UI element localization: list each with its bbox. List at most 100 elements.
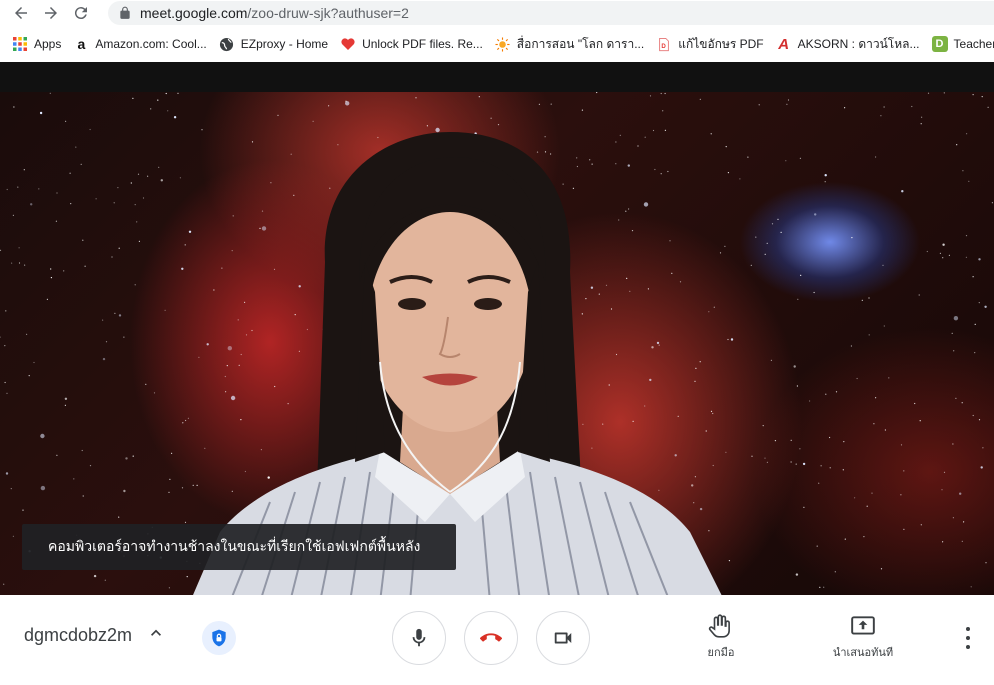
arrow-left-icon	[15, 7, 27, 19]
star	[829, 467, 831, 469]
star	[900, 494, 902, 496]
star	[497, 124, 500, 126]
star	[6, 188, 8, 191]
star	[64, 404, 66, 406]
bookmark-edit-pdf[interactable]: D แก้ไขอักษร PDF	[656, 32, 764, 56]
star	[888, 377, 890, 379]
star	[73, 478, 75, 480]
bookmark-teacher[interactable]: D Teacher	[931, 32, 994, 56]
star	[660, 92, 662, 95]
lock-icon	[120, 6, 130, 19]
star	[328, 105, 330, 107]
star	[22, 509, 24, 511]
bookmark-unlock-pdf[interactable]: Unlock PDF files. Re...	[340, 32, 483, 56]
star	[790, 461, 792, 463]
raise-hand-button[interactable]: ยกมือ	[676, 613, 766, 661]
star	[134, 284, 136, 286]
star	[900, 444, 903, 446]
star	[50, 268, 52, 270]
star	[803, 506, 805, 508]
star	[10, 488, 12, 490]
back-button[interactable]	[6, 0, 36, 26]
bookmarks-bar: Apps a Amazon.com: Cool... EZproxy - Hom…	[0, 30, 994, 58]
star	[426, 125, 428, 127]
star	[774, 440, 777, 442]
star	[12, 214, 14, 216]
star	[843, 441, 845, 443]
star	[920, 123, 922, 125]
star	[835, 391, 838, 393]
star	[17, 186, 19, 188]
star	[130, 182, 132, 184]
chevron-up-icon[interactable]	[146, 623, 166, 643]
star	[596, 92, 598, 94]
bookmark-aksorn[interactable]: A AKSORN : ดาวน์โหล...	[776, 32, 919, 56]
star	[942, 257, 944, 259]
bookmark-teaching-media[interactable]: สื่อการสอน "โลก ดารา...	[495, 32, 644, 56]
star	[813, 291, 815, 294]
star	[132, 97, 134, 99]
star	[38, 188, 40, 190]
address-bar[interactable]: meet.google.com/zoo-druw-sjk?authuser=2	[108, 1, 994, 25]
star	[3, 583, 5, 585]
bookmark-amazon[interactable]: a Amazon.com: Cool...	[73, 32, 206, 56]
raise-hand-label: ยกมือ	[707, 647, 735, 659]
star	[26, 333, 28, 335]
end-call-button[interactable]	[464, 611, 518, 665]
star	[873, 423, 875, 425]
star	[800, 274, 802, 276]
star	[770, 359, 773, 361]
star	[981, 96, 983, 98]
star	[844, 538, 846, 540]
star	[125, 457, 128, 460]
more-options-button[interactable]	[958, 627, 978, 649]
present-screen-icon	[851, 616, 875, 635]
star	[105, 341, 108, 343]
star	[28, 375, 30, 377]
star	[18, 262, 21, 264]
present-now-button[interactable]: นำเสนอทันที	[818, 613, 908, 661]
star	[664, 129, 667, 131]
host-controls-button[interactable]	[202, 621, 236, 655]
star	[968, 180, 970, 182]
meeting-code[interactable]: dgmcdobz2m	[24, 625, 132, 646]
star	[948, 254, 951, 256]
document-icon: D	[656, 36, 672, 52]
heart-icon	[340, 36, 356, 52]
star	[970, 586, 972, 588]
star	[755, 236, 757, 238]
reload-icon	[74, 7, 87, 20]
star	[93, 574, 97, 578]
star	[138, 240, 140, 242]
star	[818, 482, 820, 484]
star	[132, 455, 134, 457]
star	[785, 160, 787, 162]
star	[824, 174, 827, 177]
star	[758, 104, 760, 106]
star	[750, 264, 752, 266]
star	[982, 447, 984, 449]
more-vert-dot	[966, 645, 970, 649]
reload-button[interactable]	[66, 0, 96, 26]
amazon-icon: a	[77, 36, 86, 52]
bookmark-ezproxy[interactable]: EZproxy - Home	[219, 32, 328, 56]
star	[123, 336, 125, 338]
star	[123, 489, 126, 493]
star	[24, 264, 26, 266]
star	[69, 172, 71, 174]
more-vert-icon	[966, 627, 970, 631]
bookmark-label: EZproxy - Home	[240, 37, 329, 51]
star	[965, 256, 968, 258]
star	[921, 116, 923, 118]
star	[965, 235, 968, 237]
star	[102, 357, 106, 361]
star	[961, 540, 963, 542]
star	[664, 92, 666, 95]
url-path: /zoo-druw-sjk?authuser=2	[247, 5, 409, 21]
star	[780, 231, 782, 233]
star	[797, 298, 799, 300]
forward-button[interactable]	[36, 0, 66, 26]
camera-button[interactable]	[536, 611, 590, 665]
microphone-button[interactable]	[392, 611, 446, 665]
bookmark-apps[interactable]: Apps	[12, 32, 61, 56]
